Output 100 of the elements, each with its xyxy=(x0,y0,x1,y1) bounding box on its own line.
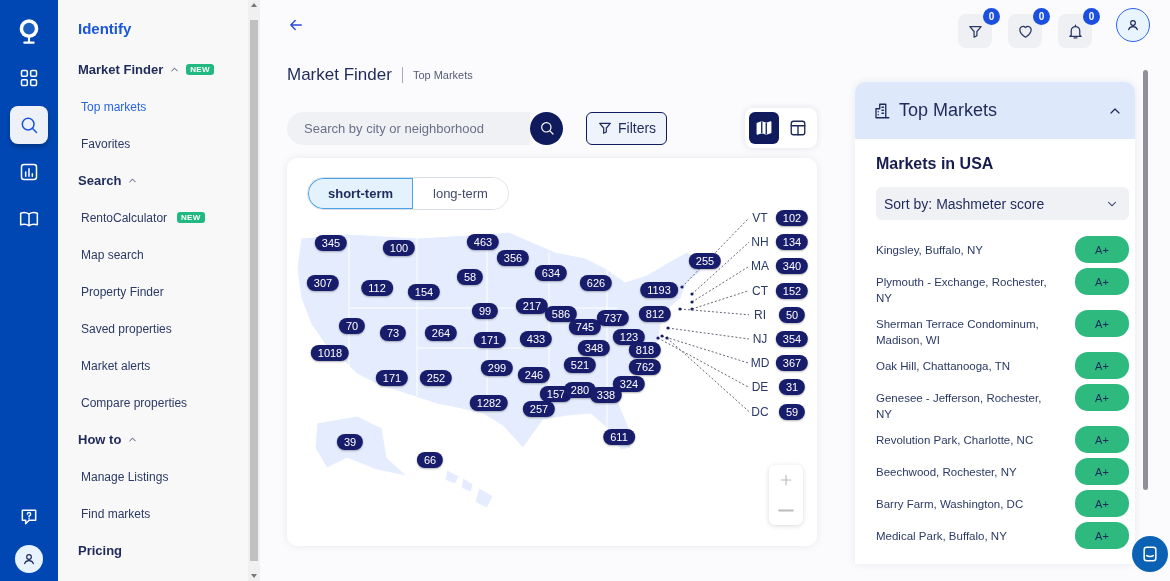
value-badge[interactable]: 102 xyxy=(775,210,809,226)
grade-badge[interactable]: A+ xyxy=(1075,426,1129,453)
market-name[interactable]: Kingsley, Buffalo, NY xyxy=(876,236,1048,258)
sidebar-link[interactable]: Find markets xyxy=(81,506,151,521)
chat-button[interactable] xyxy=(1132,536,1168,572)
user-icon xyxy=(21,551,37,567)
building-icon xyxy=(873,101,891,120)
filter-icon xyxy=(597,120,613,136)
minus-icon xyxy=(778,508,794,512)
search-icon xyxy=(538,120,555,136)
sidebar-link[interactable]: RentoCalculator xyxy=(81,210,168,225)
section-heading: Markets in USA xyxy=(876,155,995,173)
profile-button[interactable] xyxy=(15,545,43,573)
bell-icon xyxy=(1066,22,1084,40)
market-name[interactable]: Oak Hill, Chattanooga, TN xyxy=(876,352,1048,374)
value-badge[interactable]: 1193 xyxy=(640,282,678,298)
state-label: VT xyxy=(752,211,768,225)
bar-chart-icon xyxy=(19,162,39,182)
value-badge[interactable]: 31 xyxy=(778,379,806,396)
plus-icon xyxy=(778,472,794,488)
user-icon xyxy=(1125,17,1141,33)
section-toggle[interactable]: Search xyxy=(78,162,139,199)
section-toggle[interactable]: Pricing xyxy=(78,532,123,569)
state-label: NJ xyxy=(752,332,768,346)
sort-dropdown[interactable]: Sort by: Mashmeter score xyxy=(876,187,1129,220)
sidebar-link[interactable]: Saved properties xyxy=(81,321,172,336)
market-name[interactable]: Medical Park, Buffalo, NY xyxy=(876,522,1048,544)
view-button[interactable] xyxy=(749,112,779,144)
help-icon xyxy=(19,507,39,527)
profile-button[interactable] xyxy=(1116,8,1150,42)
grade-badge[interactable]: A+ xyxy=(1075,310,1129,337)
count-badge: 0 xyxy=(1033,8,1050,25)
market-name[interactable]: Genesee - Jefferson, Rochester, NY xyxy=(876,384,1048,422)
sidebar-title: Identify xyxy=(78,20,133,37)
value-badge[interactable]: 367 xyxy=(775,355,809,372)
value-badge[interactable]: 134 xyxy=(775,234,809,251)
breadcrumb[interactable]: Top Markets xyxy=(412,69,473,81)
nav-button[interactable] xyxy=(10,106,48,144)
value-badge[interactable]: 324 xyxy=(612,376,646,392)
state-label: DE xyxy=(751,380,769,395)
sidebar-link[interactable]: Compare properties xyxy=(81,395,188,410)
grade-badge[interactable]: A+ xyxy=(1075,384,1129,411)
grade-badge[interactable]: A+ xyxy=(1075,352,1129,379)
state-label: RI xyxy=(754,307,766,322)
grade-badge[interactable]: A+ xyxy=(1075,522,1129,549)
value-badge[interactable]: 66 xyxy=(416,452,444,468)
sidebar-link[interactable]: Favorites xyxy=(81,136,131,151)
page-title: Market Finder xyxy=(287,65,392,85)
value-badge[interactable]: 255 xyxy=(688,253,722,269)
value-badge[interactable]: 59 xyxy=(778,403,806,420)
grade-badge[interactable]: A+ xyxy=(1075,236,1129,263)
market-name[interactable]: Barry Farm, Washington, DC xyxy=(876,490,1048,512)
filters-button[interactable]: Filters xyxy=(586,111,668,145)
grade-badge[interactable]: A+ xyxy=(1075,268,1129,295)
new-badge: NEW xyxy=(186,64,214,75)
value-badge[interactable]: 338 xyxy=(589,387,623,403)
grid-icon xyxy=(19,68,39,88)
value-badge[interactable]: 112 xyxy=(361,280,393,296)
value-badge[interactable]: 345 xyxy=(314,235,348,251)
table-icon xyxy=(789,119,807,137)
book-icon xyxy=(19,209,39,229)
section-toggle[interactable]: Market Finder xyxy=(78,51,181,88)
panel-title: Top Markets xyxy=(899,100,999,121)
state-label: DC xyxy=(751,404,769,419)
search-icon xyxy=(19,115,39,135)
grade-badge[interactable]: A+ xyxy=(1075,490,1129,517)
grade-badge[interactable]: A+ xyxy=(1075,458,1129,485)
new-badge: NEW xyxy=(177,212,205,223)
sidebar-link[interactable]: Manage Listings xyxy=(81,469,169,484)
search-field[interactable]: Search by city or neighborhood xyxy=(287,111,530,145)
scrollbar[interactable] xyxy=(248,0,260,581)
sidebar-link[interactable]: Property Finder xyxy=(81,284,164,299)
count-badge: 0 xyxy=(1083,8,1100,25)
value-badge[interactable]: 50 xyxy=(778,306,806,323)
market-name[interactable]: Beechwood, Rochester, NY xyxy=(876,458,1048,480)
value-badge[interactable]: 152 xyxy=(775,282,809,299)
value-badge[interactable]: 354 xyxy=(775,331,809,347)
value-badge[interactable]: 611 xyxy=(603,429,635,445)
value-badge[interactable]: 171 xyxy=(375,370,409,386)
sidebar-link[interactable]: Map search xyxy=(81,247,144,262)
sidebar-link[interactable]: Top markets xyxy=(81,99,147,114)
scrollbar[interactable] xyxy=(1143,70,1148,490)
tab[interactable]: short-term xyxy=(308,178,413,209)
value-badge[interactable]: 1282 xyxy=(469,395,509,411)
state-label: CT xyxy=(752,283,768,298)
value-badge[interactable]: 340 xyxy=(775,258,809,275)
section-toggle[interactable]: How to xyxy=(78,421,139,458)
map-icon xyxy=(755,119,773,137)
chat-icon xyxy=(1140,544,1160,564)
search-button[interactable] xyxy=(530,111,563,145)
market-name[interactable]: Plymouth - Exchange, Rochester, NY xyxy=(876,268,1048,306)
value-badge[interactable]: 1018 xyxy=(310,345,350,361)
value-badge[interactable]: 762 xyxy=(628,359,662,375)
market-name[interactable]: Revolution Park, Charlotte, NC xyxy=(876,426,1048,448)
value-badge[interactable]: 812 xyxy=(638,306,672,322)
state-label: MA xyxy=(751,259,769,274)
market-name[interactable]: Sherman Terrace Condominum, Madison, WI xyxy=(876,310,1048,348)
value-badge[interactable]: 818 xyxy=(628,342,662,358)
value-badge[interactable]: 463 xyxy=(466,234,500,250)
sidebar-link[interactable]: Market alerts xyxy=(81,358,151,373)
